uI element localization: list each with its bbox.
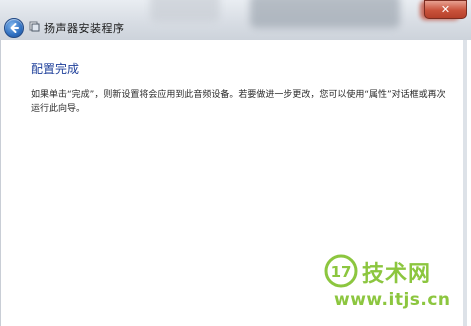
watermark-logo: 17 — [324, 254, 358, 288]
arrow-left-icon — [10, 23, 19, 33]
speaker-setup-icon — [29, 21, 40, 32]
watermark: 17 技术网 www.itjs.cn — [322, 250, 462, 320]
watermark-url: www.itjs.cn — [334, 290, 451, 310]
page-heading: 配置完成 — [31, 62, 80, 76]
page-description: 如果单击“完成”，则新设置将会应用到此音频设备。若要做进一步更改，您可以使用“属… — [31, 90, 446, 114]
watermark-logo-text: 17 — [331, 263, 352, 281]
watermark-site-name: 技术网 — [362, 262, 432, 287]
background-blur — [150, 0, 220, 22]
close-button[interactable]: ✕ — [424, 0, 467, 19]
background-blur — [250, 0, 400, 28]
window-title: 扬声器安装程序 — [44, 22, 125, 35]
back-button[interactable] — [4, 18, 24, 38]
title-bar: 扬声器安装程序 ✕ — [0, 0, 471, 40]
